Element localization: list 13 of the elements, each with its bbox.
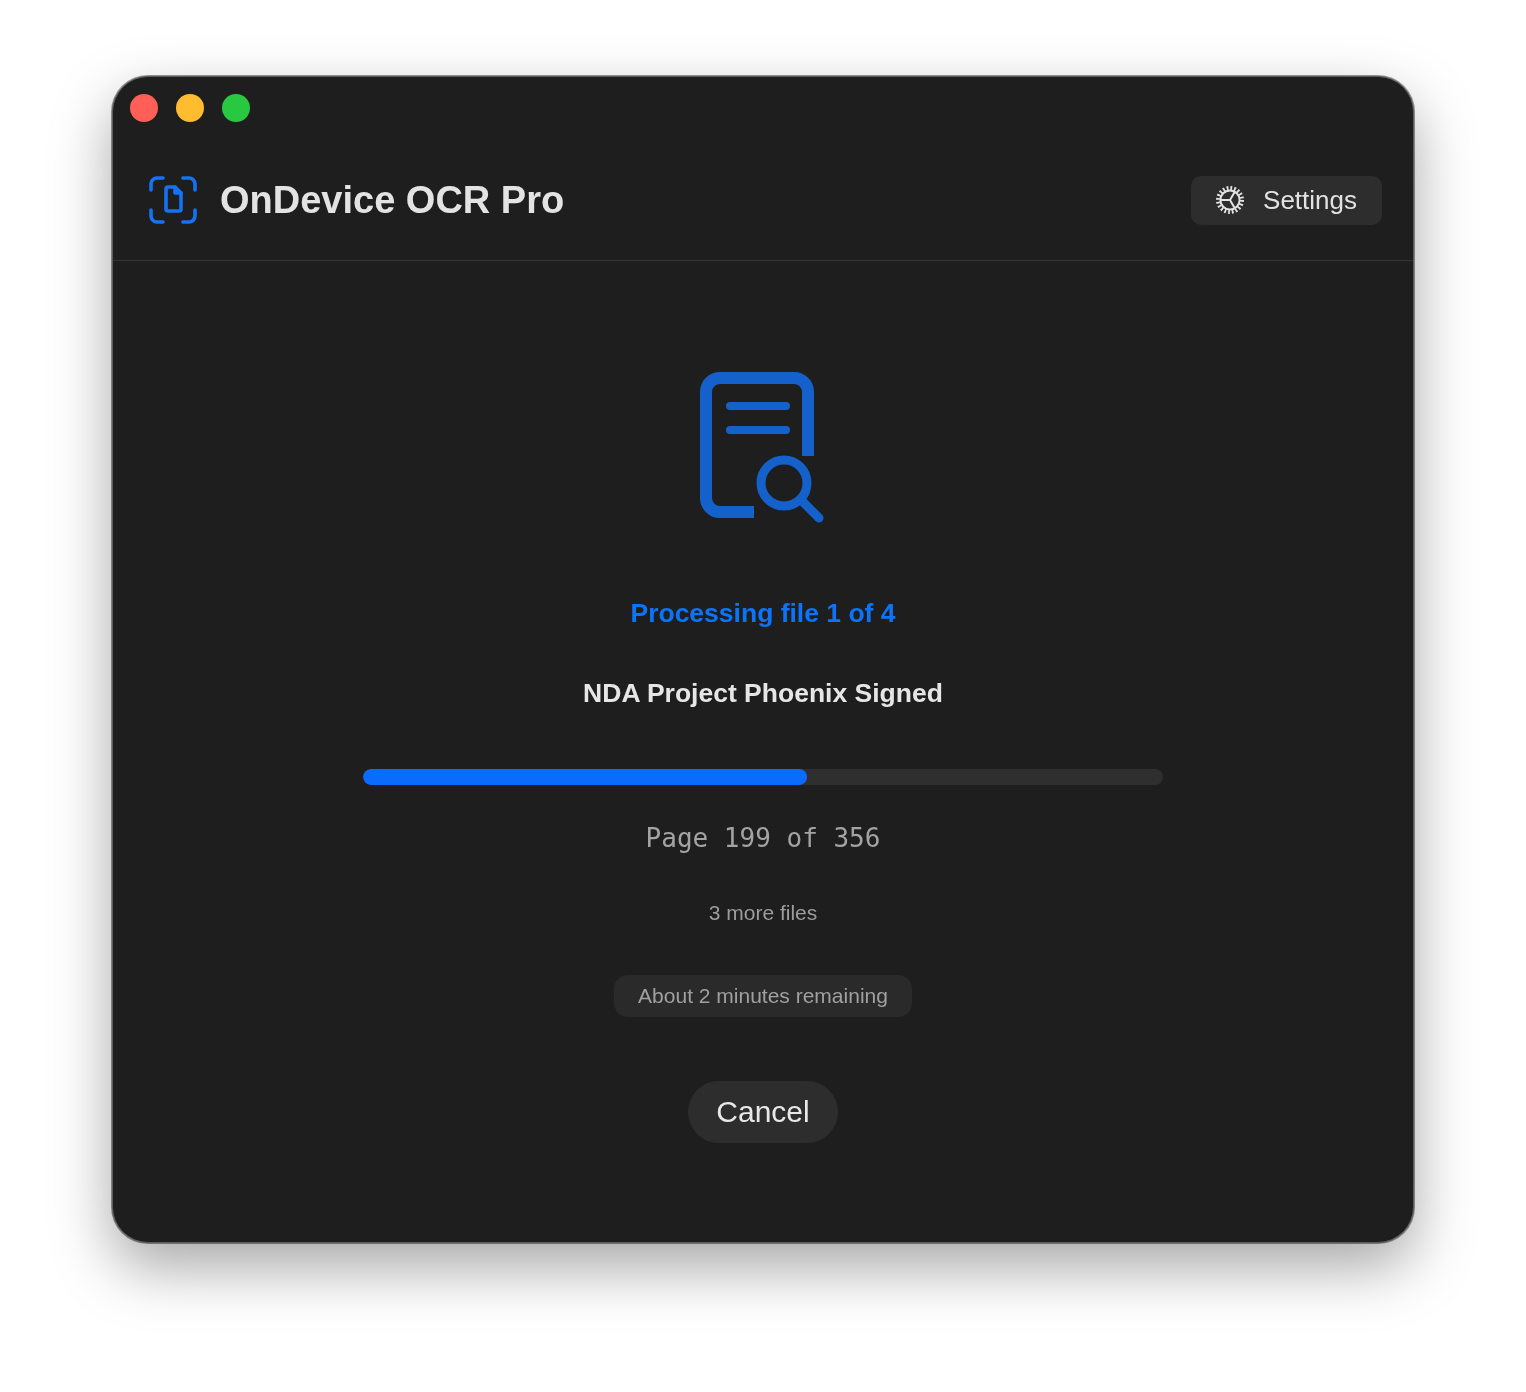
page-counter-text: Page 199 of 356 <box>645 822 881 855</box>
processing-status-text: Processing file 1 of 4 <box>630 597 896 630</box>
time-remaining-badge: About 2 minutes remaining <box>614 975 912 1017</box>
file-name: NDA Project Phoenix Signed <box>583 677 943 710</box>
minimize-button[interactable] <box>176 94 204 122</box>
document-scan-icon <box>149 176 197 224</box>
remaining-files-text: 3 more files <box>708 900 818 926</box>
close-button[interactable] <box>130 94 158 122</box>
cancel-button[interactable]: Cancel <box>688 1081 838 1143</box>
settings-icon <box>1216 186 1245 214</box>
app-title: OnDevice OCR Pro <box>220 178 565 223</box>
settings-button[interactable]: Settings <box>1191 175 1382 225</box>
zoom-button[interactable] <box>222 94 250 122</box>
